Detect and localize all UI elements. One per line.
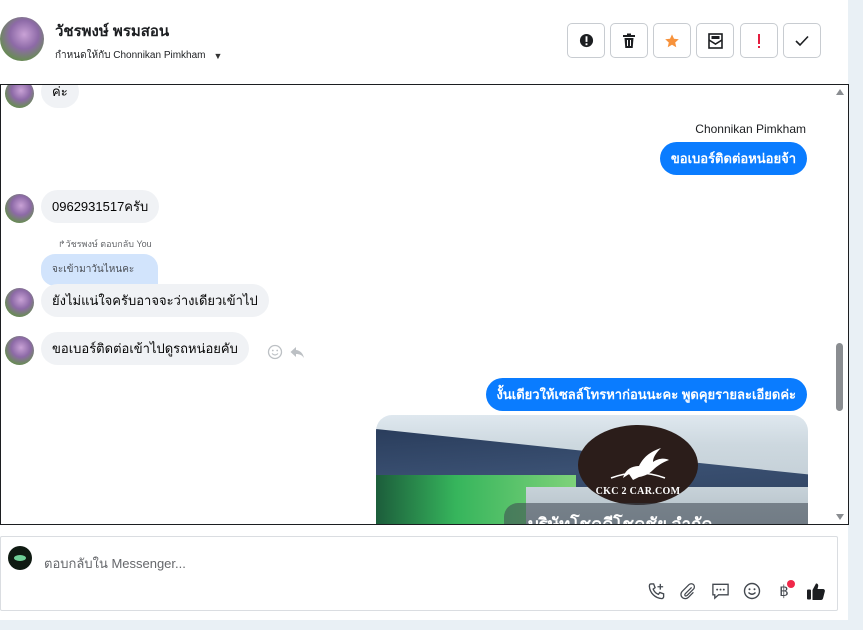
- message-text: ขอเบอร์ติดต่อเข้าไปดูรถหน่อยคับ: [52, 341, 238, 356]
- caret-down-icon: ▼: [213, 50, 223, 61]
- delete-button[interactable]: [610, 23, 648, 58]
- quoted-message[interactable]: จะเข้ามาวันไหนคะ: [41, 254, 158, 286]
- quoted-text: จะเข้ามาวันไหนคะ: [52, 264, 135, 275]
- conversation-header: วัชรพงษ์ พรมสอน กำหนดให้กับ Chonnikan Pi…: [0, 0, 848, 84]
- message-text: ยังไม่แน่ใจครับอาจจะว่างเดียวเข้าไป: [52, 293, 258, 308]
- contact-avatar[interactable]: [0, 17, 44, 61]
- call-add-icon[interactable]: [645, 580, 667, 602]
- mark-unread-icon: [707, 32, 723, 49]
- message-text: งั้นเดียวให้เซลล์โทรหาก่อนนะคะ พูดคุยราย…: [496, 387, 796, 402]
- alert-circle-icon: [579, 33, 593, 48]
- message-text: ค่ะ: [52, 84, 68, 99]
- message-input[interactable]: ตอบกลับใน Messenger...: [44, 553, 186, 574]
- message-hover-actions: [267, 344, 305, 360]
- emoji-icon[interactable]: [741, 580, 763, 602]
- incoming-message[interactable]: ค่ะ: [41, 84, 79, 108]
- notification-dot: [787, 580, 795, 588]
- page-avatar: [8, 546, 32, 570]
- incoming-message[interactable]: ยังไม่แน่ใจครับอาจจะว่างเดียวเข้าไป: [41, 284, 269, 317]
- page-edge: [848, 0, 863, 630]
- page-bottom-edge: [0, 620, 863, 630]
- incoming-message[interactable]: ขอเบอร์ติดต่อเข้าไปดูรถหน่อยคับ: [41, 332, 249, 365]
- scroll-down-arrow-icon[interactable]: [836, 514, 844, 520]
- attach-icon[interactable]: [677, 580, 699, 602]
- message-text: ขอเบอร์ติดต่อหน่อยจ้า: [670, 151, 796, 166]
- contact-message-avatar: [5, 288, 34, 317]
- saved-reply-icon[interactable]: [709, 580, 731, 602]
- scroll-thumb[interactable]: [836, 343, 843, 411]
- attachment-banner: บริษัทโชคดีโชคชัย จำกัด: [504, 503, 808, 524]
- assign-label: กำหนดให้กับ Chonnikan Pimkham: [55, 50, 206, 61]
- mark-unread-button[interactable]: [696, 23, 734, 58]
- trash-icon: [623, 33, 635, 48]
- mark-done-button[interactable]: [783, 23, 821, 58]
- assign-dropdown[interactable]: กำหนดให้กับ Chonnikan Pimkham ▼: [55, 48, 222, 63]
- reply-icon[interactable]: [289, 344, 305, 360]
- check-icon: [795, 35, 809, 46]
- reply-indicator: ↱วัชรพงษ์ ตอบกลับ You: [58, 239, 152, 249]
- outgoing-message[interactable]: งั้นเดียวให้เซลล์โทรหาก่อนนะคะ พูดคุยราย…: [485, 378, 807, 411]
- contact-message-avatar: [5, 85, 34, 108]
- composer-toolbar: ฿: [645, 580, 827, 602]
- thread-scrollbar[interactable]: [833, 85, 848, 524]
- contact-message-avatar: [5, 194, 34, 223]
- like-icon[interactable]: [805, 580, 827, 602]
- star-button[interactable]: [653, 23, 691, 58]
- message-thread[interactable]: ค่ะ Chonnikan Pimkham ขอเบอร์ติดต่อหน่อย…: [0, 84, 849, 525]
- contact-message-avatar: [5, 336, 34, 365]
- incoming-message[interactable]: 0962931517ครับ: [41, 190, 160, 223]
- flag-urgent-button[interactable]: [740, 23, 778, 58]
- pegasus-icon: [610, 448, 669, 480]
- mark-spam-button[interactable]: [567, 23, 605, 58]
- image-attachment[interactable]: CKC 2 CAR.COM บริษัทโชคดีโชคชัย จำกัด: [376, 415, 808, 524]
- exclamation-icon: [758, 33, 760, 48]
- contact-name[interactable]: วัชรพงษ์ พรมสอน: [55, 19, 169, 43]
- dealer-logo: CKC 2 CAR.COM: [578, 425, 698, 505]
- outgoing-message[interactable]: ขอเบอร์ติดต่อหน่อยจ้า: [659, 142, 807, 175]
- message-text: 0962931517ครับ: [52, 199, 149, 214]
- scroll-up-arrow-icon[interactable]: [836, 89, 844, 95]
- reply-composer[interactable]: ตอบกลับใน Messenger... ฿: [0, 536, 838, 611]
- logo-text: CKC 2 CAR.COM: [595, 486, 681, 497]
- sender-name: Chonnikan Pimkham: [695, 122, 806, 136]
- baht-icon[interactable]: ฿: [773, 580, 795, 602]
- react-emoji-icon[interactable]: [267, 344, 283, 360]
- star-icon: [665, 33, 679, 47]
